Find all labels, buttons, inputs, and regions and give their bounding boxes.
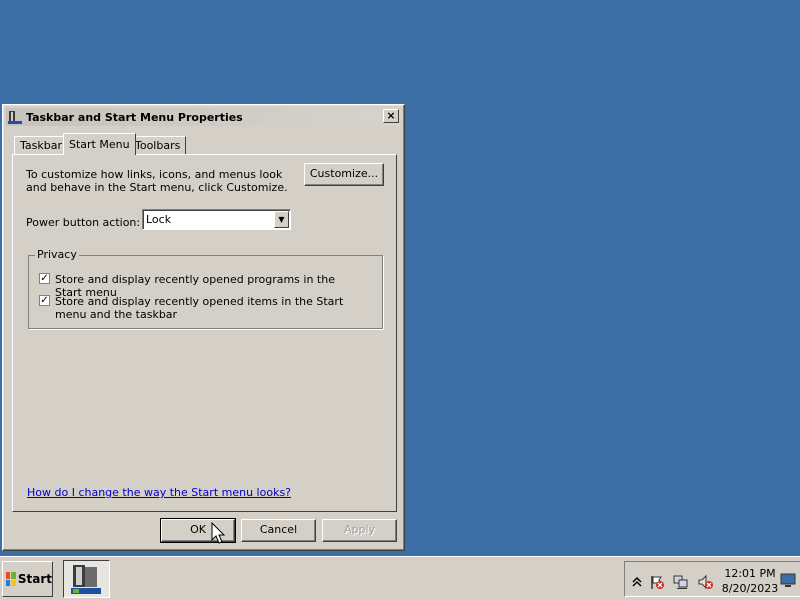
help-link[interactable]: How do I change the way the Start menu l… [27,486,291,499]
power-button-value: Lock [146,213,172,226]
power-button-label: Power button action: [26,216,141,229]
action-center-flag-icon[interactable] [649,574,665,590]
apply-button-label: Apply [343,523,376,536]
ok-button-label: OK [190,523,206,536]
close-button[interactable]: × [383,109,399,123]
start-button[interactable]: Start [2,561,53,597]
dialog-title: Taskbar and Start Menu Properties [26,110,243,124]
volume-muted-icon[interactable] [697,574,713,590]
clock[interactable]: 12:01 PM 8/20/2023 [720,566,780,596]
close-icon: × [386,109,396,122]
tab-toolbars[interactable]: Toolbars [129,136,187,154]
recent-items-label[interactable]: Store and display recently opened items … [55,295,365,321]
clock-time: 12:01 PM [724,567,776,580]
tab-start-menu[interactable]: Start Menu [63,133,136,155]
taskbar-button-properties[interactable] [63,560,110,598]
customize-button-label: Customize... [309,167,379,180]
customize-button[interactable]: Customize... [304,163,384,186]
recent-programs-checkbox[interactable]: ✓ [39,273,50,284]
start-label: Start [17,572,52,586]
chevron-down-icon[interactable]: ▼ [274,211,289,228]
mouse-cursor-icon [211,522,226,544]
taskbar: Start 12:01 PM 8/20/2023 [0,556,800,600]
show-desktop-icon[interactable] [780,572,796,588]
power-button-select[interactable]: Lock ▼ [142,209,291,230]
windows-logo-icon [6,572,16,586]
cancel-button-label: Cancel [259,523,298,536]
taskbar-properties-icon [8,110,22,124]
apply-button: Apply [322,519,397,542]
chevron-up-icon[interactable] [629,574,645,590]
properties-dialog: Taskbar and Start Menu Properties × Task… [2,104,405,551]
cancel-button[interactable]: Cancel [241,519,316,542]
privacy-legend: Privacy [35,248,79,261]
clock-date: 8/20/2023 [721,582,779,595]
tab-taskbar[interactable]: Taskbar [14,136,68,154]
customize-description: To customize how links, icons, and menus… [26,168,288,194]
notification-area: 12:01 PM 8/20/2023 [624,561,800,597]
privacy-group: Privacy ✓ Store and display recently ope… [28,248,383,329]
title-bar[interactable]: Taskbar and Start Menu Properties × [6,108,401,126]
network-icon[interactable] [673,574,689,590]
recent-items-checkbox[interactable]: ✓ [39,295,50,306]
start-menu-tab-panel: To customize how links, icons, and menus… [12,154,397,512]
taskbar-properties-icon [71,565,101,594]
